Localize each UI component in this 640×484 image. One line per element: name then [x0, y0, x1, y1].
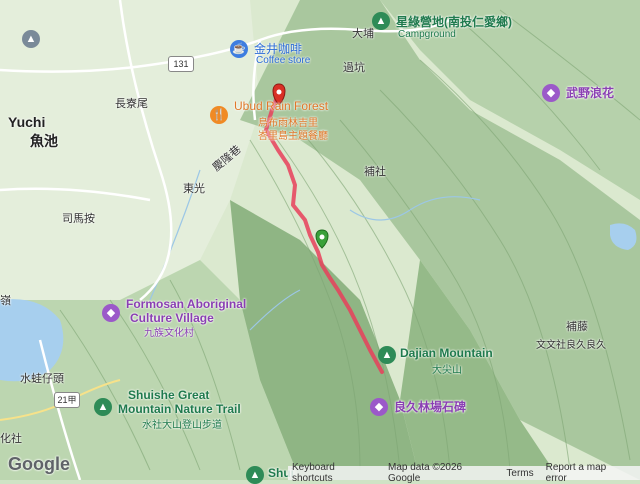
label-simaan: 司馬按	[62, 213, 95, 225]
road-131-shield: 131	[168, 56, 194, 72]
label-camp-name[interactable]: 星綠營地(南投仁愛鄉)	[396, 13, 512, 30]
label-yuchi-en: Yuchi	[8, 114, 46, 130]
restaurant-icon[interactable]: 🍴	[210, 106, 228, 124]
label-ubud-en[interactable]: Ubud Rain Forest	[234, 99, 328, 113]
label-formosan-zh: 九族文化村	[144, 328, 194, 339]
label-ling: 嶺	[0, 295, 11, 307]
label-camp-type: Campground	[398, 29, 456, 40]
map-footer: Keyboard shortcuts Map data ©2026 Google…	[288, 462, 640, 484]
attraction-icon[interactable]: ◆	[542, 84, 560, 102]
label-coffee-type: Coffee store	[256, 55, 311, 66]
mountain-icon[interactable]: ▲	[378, 346, 396, 364]
keyboard-shortcuts-link[interactable]: Keyboard shortcuts	[292, 462, 376, 484]
label-guokeng: 過坑	[343, 62, 365, 74]
label-formosan-en1[interactable]: Formosan Aboriginal	[126, 297, 246, 311]
school-icon[interactable]: ▲	[22, 30, 40, 48]
culture-village-icon[interactable]: ◆	[102, 304, 120, 322]
coffee-icon[interactable]: ☕	[230, 40, 248, 58]
report-error-link[interactable]: Report a map error	[546, 462, 628, 484]
label-wenwenshe: 文文社良久良久	[536, 340, 606, 351]
label-dongguang: 東光	[183, 183, 205, 195]
label-bufan: 補藤	[566, 321, 588, 333]
label-yuchi-zh: 魚池	[30, 133, 58, 149]
label-liangjiu[interactable]: 良久林場石碑	[394, 398, 466, 415]
label-huashe: 化社	[0, 433, 22, 445]
label-wuye[interactable]: 武野浪花	[566, 84, 614, 101]
label-dajian-zh: 大尖山	[432, 365, 462, 376]
monument-icon[interactable]: ◆	[370, 398, 388, 416]
campground-icon[interactable]: ▲	[372, 12, 390, 30]
label-shuiwazitou: 水蛙仔頭	[20, 373, 64, 385]
label-dapu: 大埔	[352, 28, 374, 40]
label-shuishe-en1[interactable]: Shuishe Great	[128, 388, 209, 402]
label-shuishe-en2: Mountain Nature Trail	[118, 402, 241, 416]
road-21-shield: 21甲	[54, 392, 80, 408]
google-logo: Google	[8, 454, 70, 474]
label-changjiawei: 長寮尾	[115, 98, 148, 110]
terms-link[interactable]: Terms	[506, 468, 533, 479]
label-dajian-en[interactable]: Dajian Mountain	[400, 346, 493, 360]
map-data-attribution: Map data ©2026 Google	[388, 462, 463, 484]
bottom-poi-icon[interactable]: ▲	[246, 466, 264, 484]
label-bushe: 補社	[364, 166, 386, 178]
label-shuishe-zh: 水社大山登山步道	[142, 420, 222, 431]
trail-icon[interactable]: ▲	[94, 398, 112, 416]
label-ubud-zh2: 峇里島主題餐廳	[258, 131, 328, 142]
label-formosan-en2: Culture Village	[130, 311, 214, 325]
